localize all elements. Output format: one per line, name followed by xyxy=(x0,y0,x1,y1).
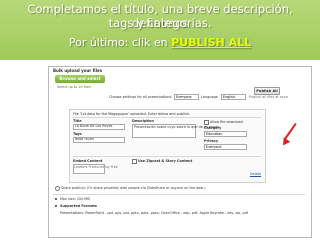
title-label: Title xyxy=(73,119,82,123)
privacy-label: Choose settings for all presentations: xyxy=(109,95,173,99)
slide-text-prefix: Por último: clik en xyxy=(68,36,172,49)
bullet xyxy=(55,198,57,200)
presentations-line: Presentations: PowerPoint - ppt, pps, po… xyxy=(60,211,248,215)
share-public-radio[interactable] xyxy=(55,186,60,191)
arrow-pointer-head xyxy=(279,137,291,148)
share-line: Share publicly: (Or share privately with… xyxy=(61,186,206,190)
upload-form-screenshot: Bulk upload your files Browse and select… xyxy=(48,66,312,238)
privacy2-select[interactable]: Everyone xyxy=(204,144,247,150)
slide-text-line-2: tags y categorías. xyxy=(108,16,212,30)
privacy2-label: Privacy xyxy=(204,139,219,143)
bullet xyxy=(55,205,57,207)
language-select[interactable]: English xyxy=(221,94,246,100)
file-note: File '1st data for the Magagogue' upload… xyxy=(73,112,190,116)
max-size-line: Max size: 100 MB xyxy=(60,197,90,201)
description-label: Description xyxy=(132,119,154,123)
title-value: La Boda De Los Reyes xyxy=(75,124,113,128)
upload-heading: Bulk upload your files xyxy=(53,68,103,73)
allow-download-checkbox[interactable] xyxy=(204,120,209,125)
language-label: Language xyxy=(201,95,218,99)
category-select[interactable]: Education xyxy=(204,131,247,137)
zipcast-checkbox[interactable] xyxy=(132,159,137,164)
embed-label: Embed Content xyxy=(73,159,103,163)
browse-hint: Select up to 20 files xyxy=(57,85,91,89)
publish-all-button[interactable]: Publish All xyxy=(254,87,280,95)
divider xyxy=(53,194,305,195)
slide-text-line-3: Por último: clik en PUBLISH ALL xyxy=(0,36,320,50)
delete-link[interactable]: Delete xyxy=(250,172,261,176)
privacy-select[interactable]: Everyone xyxy=(174,94,199,100)
divider xyxy=(73,156,261,157)
tags-label: Tags xyxy=(73,132,82,136)
divider xyxy=(73,117,261,118)
tags-value: boda reyes xyxy=(75,137,94,141)
embed-hint: Leaders Produced by Free xyxy=(74,165,118,169)
zipcast-label: Use Zipcast & Story Content xyxy=(138,159,193,163)
publish-hint: Publish all files at once xyxy=(249,95,288,99)
supported-formats-heading: Supported Formats xyxy=(60,204,97,208)
category-label: Category xyxy=(204,126,222,130)
allow-download-label: Allow file download xyxy=(210,120,243,124)
publish-all-highlight: PUBLISH ALL xyxy=(171,36,252,49)
browse-files-button[interactable]: Browse and select files... xyxy=(55,75,105,89)
file-details-panel: File '1st data for the Magagogue' upload… xyxy=(69,109,266,183)
